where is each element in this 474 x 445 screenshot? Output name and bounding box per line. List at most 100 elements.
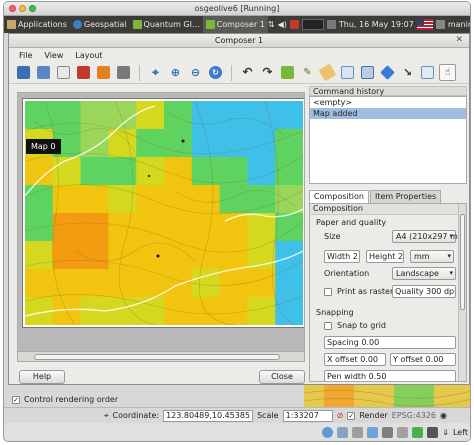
tab-item-properties[interactable]: Item Properties — [369, 190, 442, 203]
control-order-checkbox[interactable]: ✓ — [12, 395, 20, 404]
right-dock: Command history <empty> Map added Compos… — [309, 86, 467, 382]
add-label-icon[interactable]: ✎ — [299, 64, 316, 81]
width-field[interactable]: Width 2 — [324, 250, 360, 263]
scale-field[interactable]: 1:33207 — [282, 409, 333, 422]
raster-cell — [52, 269, 82, 298]
raster-cell — [52, 157, 82, 186]
display-icon[interactable] — [326, 20, 336, 29]
add-attribute-table-icon[interactable] — [419, 64, 436, 81]
x-offset-field[interactable]: X offset 0.00 — [324, 353, 386, 366]
stop-render-icon[interactable]: ⊘ — [337, 411, 344, 420]
tray: ⇅ ◀) Thu, 16 May 19:07 maning — [268, 19, 470, 30]
export-image-icon[interactable] — [55, 64, 72, 81]
zoom-full-icon[interactable]: ⌖ — [147, 64, 164, 81]
print-icon[interactable] — [115, 64, 132, 81]
add-table-icon[interactable] — [359, 64, 376, 81]
chevron-down-icon: ▾ — [449, 269, 453, 277]
spacing-field[interactable]: Spacing 0.00 — [324, 336, 456, 349]
username[interactable]: maning — [448, 20, 470, 29]
geospatial-menu[interactable]: Geospatial — [70, 16, 130, 33]
export-svg-icon[interactable] — [95, 64, 112, 81]
host-statusbar: ⇓ Left — [4, 423, 470, 441]
raster-cell — [108, 213, 137, 242]
task-quantum-gis[interactable]: Quantum GI... — [130, 16, 203, 33]
history-item-selected[interactable]: Map added — [310, 108, 466, 119]
clock[interactable]: Thu, 16 May 19:07 — [339, 20, 414, 29]
raster-cell — [191, 213, 221, 242]
messages-icon[interactable]: ◉ — [440, 411, 447, 420]
zoom-out-icon[interactable]: ⊖ — [187, 64, 204, 81]
menu-file[interactable]: File — [19, 51, 32, 60]
qgis-icon — [132, 20, 142, 29]
composition-panel: Composition Paper and quality Size A4 (2… — [309, 203, 467, 382]
map-item[interactable] — [25, 101, 303, 325]
zoom-in-icon[interactable]: ⊕ — [167, 64, 184, 81]
canvas-hscrollbar[interactable] — [18, 351, 304, 361]
shared-folder-icon[interactable] — [382, 426, 394, 438]
disk-icon[interactable] — [322, 426, 334, 438]
raster-cell — [275, 241, 303, 270]
network-adapter-icon[interactable] — [367, 426, 379, 438]
panel-vscrollbar[interactable] — [458, 204, 466, 381]
undo-icon[interactable]: ↶ — [239, 64, 256, 81]
snapping-heading: Snapping — [316, 308, 354, 317]
add-shape-icon[interactable] — [379, 64, 396, 81]
save-icon[interactable] — [15, 64, 32, 81]
add-map-icon[interactable] — [279, 64, 296, 81]
scroll-thumb[interactable] — [34, 354, 280, 360]
close-window-icon[interactable]: ✕ — [455, 35, 463, 45]
render-checkbox[interactable]: ✓ — [347, 411, 356, 420]
redo-icon[interactable]: ↷ — [259, 64, 276, 81]
export-pdf-icon[interactable] — [75, 64, 92, 81]
mouse-integration-icon[interactable] — [427, 426, 439, 438]
select-move-icon[interactable]: ☝ — [439, 64, 456, 81]
record-icon[interactable] — [289, 20, 299, 29]
help-button[interactable]: Help — [19, 370, 65, 384]
add-arrow-icon[interactable]: ↘ — [399, 64, 416, 81]
raster-cell — [164, 213, 193, 242]
applications-menu[interactable]: Applications — [4, 16, 70, 33]
orientation-select[interactable]: Landscape ▾ — [392, 267, 456, 280]
optical-icon[interactable] — [337, 426, 349, 438]
raster-cell — [164, 157, 193, 186]
display-icon[interactable] — [397, 426, 409, 438]
coordinate-field[interactable]: 123.80489,10.45385 — [163, 409, 254, 422]
raster-cell — [108, 241, 137, 270]
flag-icon[interactable] — [416, 19, 433, 30]
add-legend-icon[interactable] — [318, 63, 337, 82]
size-label: Size — [324, 232, 341, 241]
raster-cell — [219, 241, 248, 270]
quality-field[interactable]: Quality 300 dpi — [392, 285, 456, 298]
pen-width-field[interactable]: Pen width 0.50 — [324, 370, 456, 381]
paper-quality-heading: Paper and quality — [316, 218, 387, 227]
history-item[interactable]: <empty> — [310, 97, 466, 108]
tab-composition[interactable]: Composition — [309, 190, 369, 203]
map-label[interactable]: Map 0 — [26, 139, 61, 154]
raster-cell — [80, 185, 109, 214]
usb-icon[interactable] — [352, 426, 364, 438]
y-offset-field[interactable]: Y offset 0.00 — [390, 353, 456, 366]
refresh-icon[interactable]: ↻ — [207, 64, 224, 81]
height-field[interactable]: Height 2 — [366, 250, 404, 263]
network-icon[interactable]: ⇅ — [268, 20, 275, 29]
snap-grid-checkbox[interactable] — [324, 322, 332, 330]
raster-cell — [164, 269, 193, 298]
composer-canvas[interactable]: Map 0 — [17, 92, 305, 362]
task-composer[interactable]: Composer 1 — [202, 16, 268, 33]
volume-icon[interactable]: ◀) — [278, 20, 287, 29]
menu-layout[interactable]: Layout — [75, 51, 102, 60]
mouse-icon: ⌖ — [104, 410, 109, 420]
close-button[interactable]: Close — [259, 370, 305, 384]
print-raster-checkbox[interactable] — [324, 288, 332, 296]
add-scalebar-icon[interactable] — [339, 64, 356, 81]
scroll-thumb[interactable] — [460, 214, 465, 310]
save-as-icon[interactable] — [35, 64, 52, 81]
command-history-list[interactable]: <empty> Map added — [309, 96, 467, 184]
size-select[interactable]: A4 (210x297 m ▾ — [392, 230, 458, 243]
menu-view[interactable]: View — [44, 51, 63, 60]
raster-cell — [275, 157, 303, 186]
unit-select[interactable]: mm ▾ — [410, 250, 454, 263]
raster-cell — [52, 101, 82, 130]
crs-status[interactable]: EPSG:4326 — [392, 411, 436, 420]
capture-icon[interactable] — [412, 426, 424, 438]
